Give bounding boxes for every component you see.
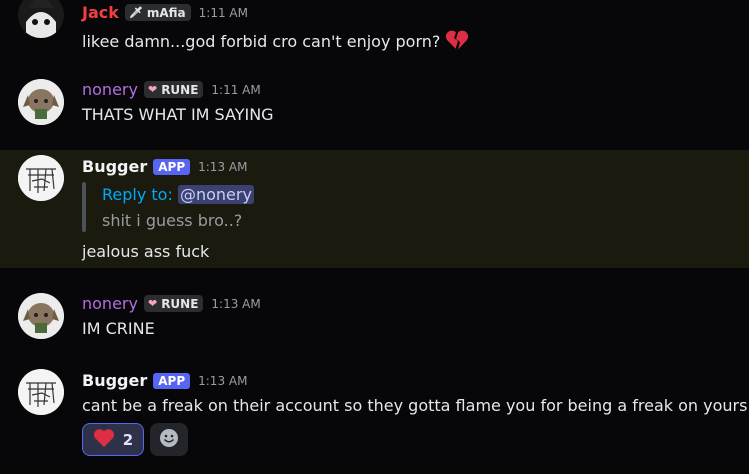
avatar-nonery[interactable] [18,293,64,339]
sword-icon: 🗡 [128,6,143,19]
app-badge: APP [153,372,191,389]
message-header: Bugger APP 1:13 AM [82,157,247,176]
reply-prefix: Reply to: [102,185,173,204]
reply-reference[interactable]: Reply to: @nonery [102,185,254,204]
message-header: Bugger APP 1:13 AM [82,371,247,390]
author-name[interactable]: Bugger [82,371,147,390]
timestamp[interactable]: 1:13 AM [211,297,260,311]
heart-icon: ❤ [147,83,158,96]
author-name[interactable]: nonery [82,80,138,99]
author-name[interactable]: Bugger [82,157,147,176]
guild-tag-label: RUNE [161,296,199,311]
author-name[interactable]: Jack [82,3,119,22]
smiley-icon [159,428,179,452]
message-text: IM CRINE [82,319,155,338]
message-header: nonery ❤ RUNE 1:13 AM [82,294,261,313]
message-header: Jack 🗡 mAfia 1:11 AM [82,3,248,22]
guild-tag[interactable]: 🗡 mAfia [124,4,191,21]
avatar-nonery[interactable] [18,79,64,125]
heart-icon: ❤ [147,297,158,310]
timestamp[interactable]: 1:13 AM [198,160,247,174]
guild-tag[interactable]: ❤ RUNE [143,295,204,312]
timestamp[interactable]: 1:13 AM [198,374,247,388]
guild-tag-label: mAfia [146,5,186,20]
timestamp[interactable]: 1:11 AM [211,83,260,97]
avatar-bugger[interactable] [18,369,64,415]
message-text: THATS WHAT IM SAYING [82,105,274,124]
app-badge: APP [153,158,191,175]
reaction-heart[interactable]: 2 [82,423,144,456]
reaction-count: 2 [122,430,134,449]
quoted-text: shit i guess bro..? [102,211,243,230]
guild-tag-label: RUNE [161,82,199,97]
message-text: cant be a freak on their account so they… [82,396,748,415]
message-text: likee damn...god forbid cro can't enjoy … [82,32,441,51]
avatar-bugger[interactable] [18,155,64,201]
author-name[interactable]: nonery [82,294,138,313]
avatar-jack[interactable] [18,0,64,38]
broken-heart-icon [445,29,469,55]
message-text: jealous ass fuck [82,242,210,261]
red-heart-icon [93,428,115,452]
message-header: nonery ❤ RUNE 1:11 AM [82,80,261,99]
timestamp[interactable]: 1:11 AM [199,6,248,20]
guild-tag[interactable]: ❤ RUNE [143,81,204,98]
quote-bar [82,182,86,232]
user-mention[interactable]: @nonery [177,185,254,204]
add-reaction-button[interactable] [150,423,188,456]
message-content: likee damn...god forbid cro can't enjoy … [82,29,469,55]
